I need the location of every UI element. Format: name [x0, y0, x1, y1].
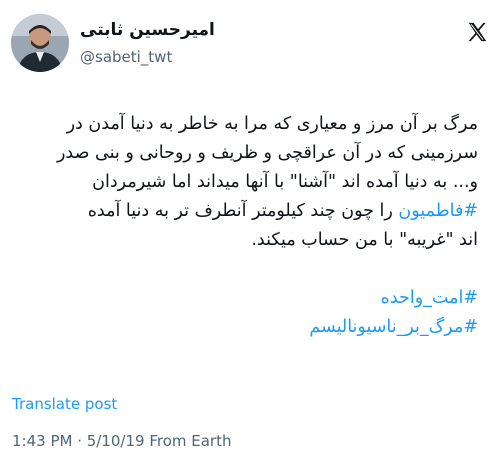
x-logo-icon[interactable]	[466, 21, 488, 43]
tweet-line-with-hashtag: #فاطمیون را چون چند کیلومتر آنطرف تر به …	[12, 197, 478, 226]
hashtag-link[interactable]: #مرگ_بر_ناسیونالیسم	[12, 313, 478, 342]
translate-post-link[interactable]: Translate post	[12, 395, 117, 413]
hashtag-link[interactable]: #امت_واحده	[12, 284, 478, 313]
tweet-line: مرگ بر آن مرز و معیاری که مرا به خاطر به…	[66, 114, 478, 134]
avatar[interactable]	[11, 14, 69, 72]
author-handle[interactable]: @sabeti_twt	[80, 48, 172, 66]
tweet-text: مرگ بر آن مرز و معیاری که مرا به خاطر به…	[12, 110, 478, 342]
avatar-image	[11, 14, 69, 72]
author-name[interactable]: امیرحسین ثابتی	[80, 20, 215, 40]
tweet-line: را چون چند کیلومتر آنطرف تر به دنیا آمده	[87, 201, 393, 221]
tweet-line: سرزمینی که در آن عراقچی و ظریف و روحانی …	[56, 143, 478, 163]
tweet-line: و... به دنیا آمده اند "آشنا" با آنها مید…	[92, 172, 478, 192]
tweet-line: اند "غریبه" با من حساب میکند.	[251, 230, 478, 250]
tweet-timestamp[interactable]: 1:43 PM · 5/10/19 From Earth	[12, 432, 232, 450]
tweet-header: امیرحسین ثابتی @sabeti_twt	[0, 0, 500, 96]
hashtag-link[interactable]: #فاطمیون	[398, 201, 478, 221]
